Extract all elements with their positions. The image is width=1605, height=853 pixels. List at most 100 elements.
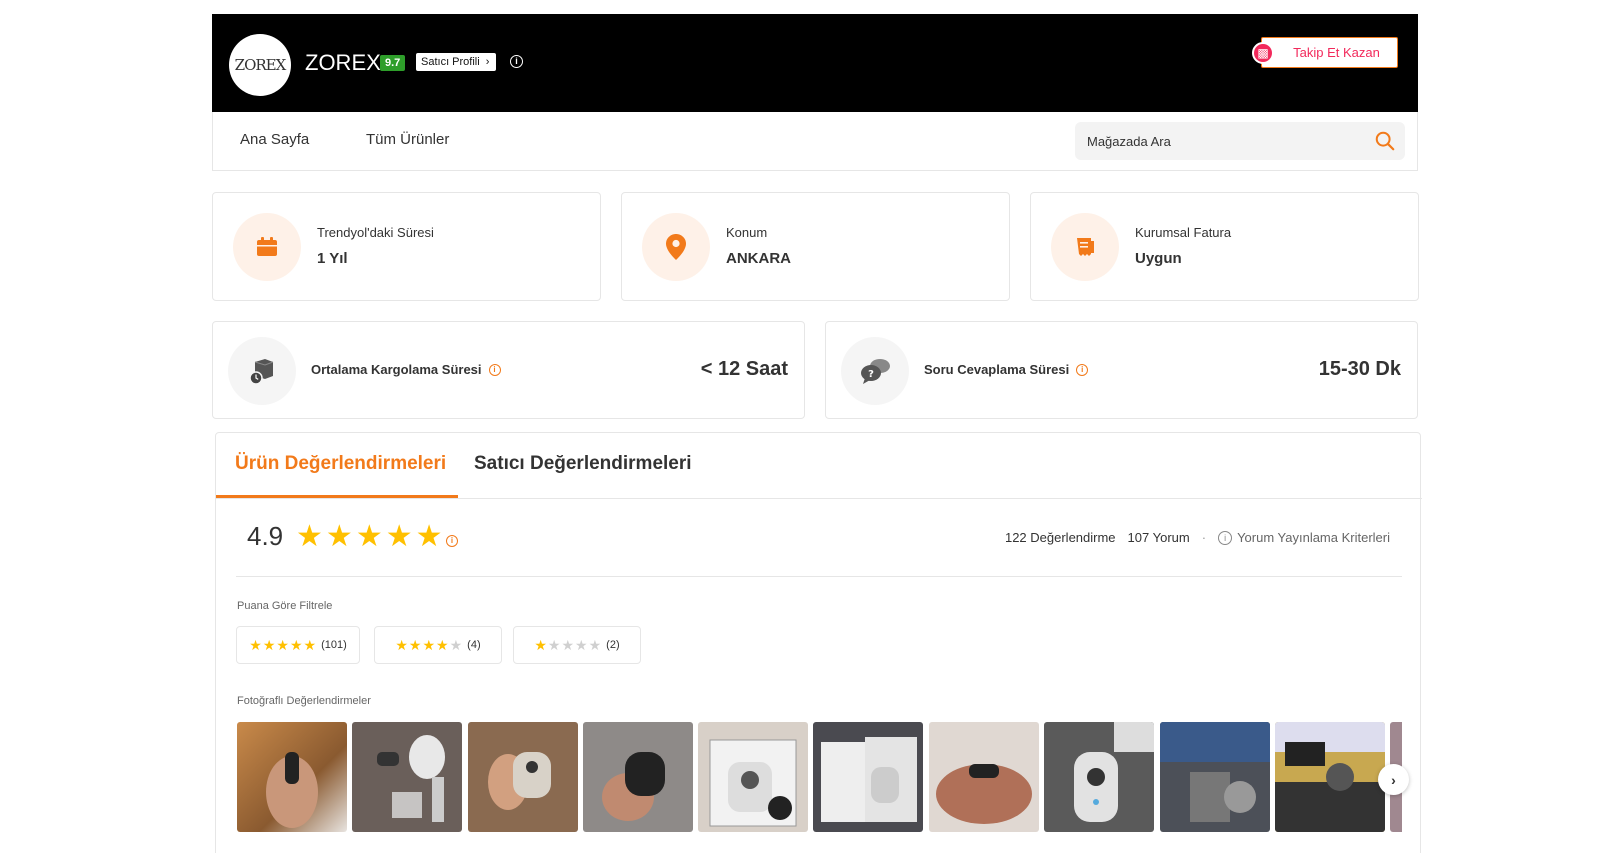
metric-label-text: Ortalama Kargolama Süresi	[311, 362, 482, 377]
filter-stars: ★ ★ ★ ★ ★	[534, 637, 601, 654]
info-icon[interactable]: i	[1076, 363, 1089, 376]
review-criteria-link[interactable]: i Yorum Yayınlama Kriterleri	[1218, 530, 1390, 545]
filter-count: (101)	[321, 639, 347, 651]
store-nav: Ana Sayfa Tüm Ürünler	[212, 112, 1418, 171]
info-card-value: ANKARA	[726, 250, 791, 267]
filter-chip-5-stars[interactable]: ★ ★ ★ ★ ★ (101)	[236, 626, 360, 664]
store-header: ZOREX ZOREX 9.7 Satıcı Profili › i Takip…	[212, 14, 1418, 112]
seller-profile-button[interactable]: Satıcı Profili ›	[416, 53, 497, 71]
star-icon: ★	[289, 636, 303, 653]
average-rating: 4.9	[247, 521, 284, 551]
info-icon: i	[1218, 530, 1233, 545]
follow-label: Takip Et Kazan	[1293, 45, 1380, 60]
filter-title: Puana Göre Filtrele	[237, 600, 333, 612]
star-icon: ★	[276, 636, 289, 653]
store-name: ZOREX	[305, 50, 381, 75]
criteria-label: Yorum Yayınlama Kriterleri	[1237, 530, 1390, 545]
reviews-section: Ürün Değerlendirmeleri Satıcı Değerlendi…	[215, 432, 1422, 853]
star-icon: ★	[296, 520, 323, 553]
shipping-box-icon	[228, 337, 296, 405]
store-page: ZOREX ZOREX 9.7 Satıcı Profili › i Takip…	[0, 0, 1605, 853]
metric-value: 15-30 Dk	[1318, 358, 1401, 380]
gift-icon: ▩	[1252, 42, 1274, 64]
star-icon: ★	[385, 520, 413, 553]
filter-stars: ★ ★ ★ ★ ★	[249, 637, 316, 654]
tab-product-reviews[interactable]: Ürün Değerlendirmeleri	[235, 453, 446, 475]
star-icon: ★	[422, 636, 436, 653]
review-photo[interactable]	[929, 722, 1039, 832]
review-photo[interactable]	[698, 722, 808, 832]
metric-label: Soru Cevaplama Süresi i	[924, 362, 1089, 377]
info-card-invoice: Kurumsal Fatura Uygun	[1030, 192, 1419, 301]
filter-chip-1-star[interactable]: ★ ★ ★ ★ ★ (2)	[513, 626, 641, 664]
review-photo[interactable]	[352, 722, 462, 832]
star-empty-icon: ★	[575, 636, 588, 653]
info-card-label: Kurumsal Fatura	[1135, 225, 1232, 240]
tab-seller-reviews[interactable]: Satıcı Değerlendirmeleri	[474, 453, 692, 475]
store-logo[interactable]: ZOREX	[229, 34, 291, 96]
next-photos-button[interactable]: ›	[1378, 764, 1409, 795]
nav-item-home[interactable]: Ana Sayfa	[240, 131, 309, 148]
review-photo[interactable]	[468, 722, 578, 832]
calendar-icon	[233, 213, 301, 281]
star-empty-icon: ★	[547, 636, 561, 653]
filter-count: (4)	[467, 639, 481, 651]
review-photo[interactable]	[1044, 722, 1154, 832]
photo-reviews-title: Fotoğraflı Değerlendirmeler	[237, 695, 371, 707]
star-icon: ★	[355, 520, 383, 553]
info-card-value: 1 Yıl	[317, 250, 348, 267]
metric-card-answer: ? Soru Cevaplama Süresi i 15-30 Dk	[825, 321, 1418, 419]
info-card-label: Trendyol'daki Süresi	[317, 225, 434, 240]
comment-count: 107 Yorum	[1127, 530, 1190, 545]
review-photo[interactable]	[813, 722, 923, 832]
rating-count: 122 Değerlendirme	[1004, 530, 1116, 545]
star-icon: ★	[325, 520, 353, 553]
metric-label-text: Soru Cevaplama Süresi	[924, 362, 1070, 377]
metric-label: Ortalama Kargolama Süresi i	[311, 362, 501, 377]
location-pin-icon	[642, 213, 710, 281]
rating-stars: ★ ★ ★ ★ ★	[296, 519, 443, 554]
tab-divider	[216, 498, 1422, 499]
search-icon[interactable]	[1374, 130, 1396, 152]
invoice-icon	[1051, 213, 1119, 281]
star-icon: ★	[249, 636, 262, 653]
info-card-value: Uygun	[1135, 250, 1182, 267]
svg-text:?: ?	[868, 369, 874, 380]
divider	[236, 576, 1402, 577]
review-counts: 122 Değerlendirme 107 Yorum · i Yorum Ya…	[1005, 530, 1390, 545]
star-icon: ★	[408, 636, 422, 653]
info-icon[interactable]: i	[510, 55, 523, 68]
store-score-badge: 9.7	[380, 55, 406, 71]
star-icon: ★	[436, 636, 449, 653]
store-search-input[interactable]	[1075, 122, 1405, 160]
review-photo[interactable]	[237, 722, 347, 832]
star-icon: ★	[534, 636, 547, 653]
star-icon: ★	[303, 636, 317, 653]
seller-profile-label: Satıcı Profili	[421, 56, 480, 68]
chevron-right-icon: ›	[1391, 771, 1396, 788]
review-photo[interactable]	[1160, 722, 1270, 832]
star-empty-icon: ★	[588, 636, 602, 653]
filter-count: (2)	[606, 639, 620, 651]
filter-stars: ★ ★ ★ ★ ★	[395, 637, 462, 654]
info-card-label: Konum	[726, 225, 768, 240]
star-empty-icon: ★	[449, 636, 463, 653]
info-icon[interactable]: i	[446, 535, 458, 547]
review-photo[interactable]	[583, 722, 693, 832]
metric-card-shipping: Ortalama Kargolama Süresi i < 12 Saat	[212, 321, 805, 419]
info-card-duration: Trendyol'daki Süresi 1 Yıl	[212, 192, 601, 301]
filter-chip-4-stars[interactable]: ★ ★ ★ ★ ★ (4)	[374, 626, 502, 664]
review-photo[interactable]	[1275, 722, 1385, 832]
follow-button[interactable]: Takip Et Kazan	[1261, 37, 1398, 68]
separator-dot: ·	[1201, 530, 1207, 545]
star-icon: ★	[395, 636, 408, 653]
info-icon[interactable]: i	[488, 363, 501, 376]
chevron-right-icon: ›	[485, 56, 490, 68]
star-icon: ★	[415, 520, 443, 553]
photo-reviews-strip	[237, 722, 1402, 832]
star-empty-icon: ★	[561, 636, 575, 653]
metric-value: < 12 Saat	[700, 358, 788, 380]
info-card-location: Konum ANKARA	[621, 192, 1010, 301]
nav-item-all-products[interactable]: Tüm Ürünler	[366, 131, 449, 148]
chat-bubbles-icon: ?	[841, 337, 909, 405]
